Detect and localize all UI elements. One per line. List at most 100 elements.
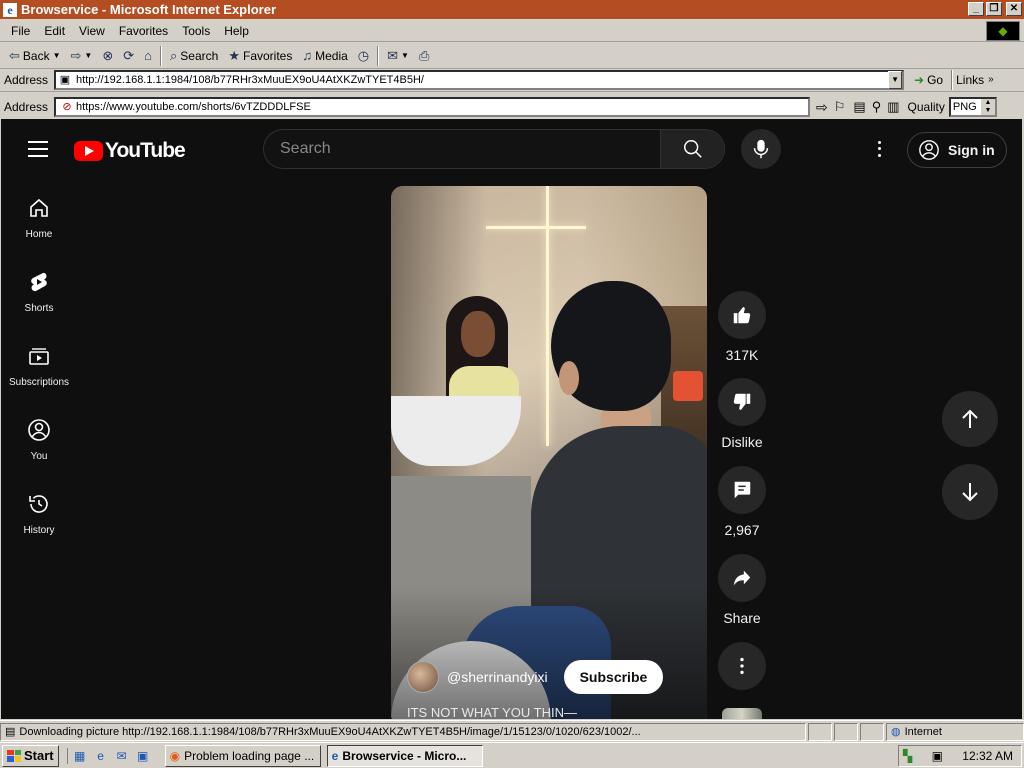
quick-launch: ▦ e ✉ ▣	[66, 747, 151, 764]
channel-handle[interactable]: @sherrinandyixi	[447, 669, 548, 685]
ie-address-input[interactable]	[54, 69, 905, 90]
refresh-button[interactable]: ⟳	[118, 48, 139, 64]
go-button[interactable]: ➜ Go	[914, 73, 943, 87]
links-button[interactable]: Links	[956, 73, 984, 87]
menu-view[interactable]: View	[72, 24, 112, 38]
sidebar-label-you: You	[30, 451, 48, 462]
ie-quicklaunch-icon[interactable]: e	[93, 748, 109, 764]
sidebar-label-subscriptions: Subscriptions	[8, 377, 70, 388]
menu-favorites[interactable]: Favorites	[112, 24, 175, 38]
go-arrow-icon: ➜	[914, 72, 925, 87]
print-button[interactable]: ⎙	[414, 48, 434, 64]
network-tray-icon[interactable]: ▚	[903, 749, 912, 763]
like-action: 317K	[717, 291, 767, 363]
sidebar-item-you[interactable]: You	[1, 401, 77, 475]
more-options-button[interactable]	[718, 642, 766, 690]
close-button[interactable]: ✕	[1006, 2, 1022, 16]
quality-select[interactable]: PNG ▲ ▼	[948, 97, 997, 117]
menu-file[interactable]: File	[4, 24, 37, 38]
start-button[interactable]: Start	[2, 744, 59, 767]
subscribe-button[interactable]: Subscribe	[563, 660, 664, 694]
insecure-page-icon: ⊘	[62, 101, 72, 113]
forward-button[interactable]: ⇨ ▼	[66, 48, 98, 64]
quality-label: Quality	[907, 100, 945, 114]
favorites-button[interactable]: ★ Favorites	[223, 48, 297, 64]
video-ceiling-light	[486, 226, 586, 229]
menu-bar: File Edit View Favorites Tools Help ◆	[0, 20, 1024, 42]
bookmark-icon[interactable]: ⚐	[834, 99, 846, 115]
stop-button[interactable]: ⊗	[97, 48, 118, 64]
restore-button[interactable]: ❐	[986, 2, 1002, 16]
zone-label: Internet	[904, 725, 942, 738]
next-short-button[interactable]	[942, 464, 998, 520]
title-bar[interactable]: e Browservice - Microsoft Internet Explo…	[0, 0, 1024, 19]
back-button[interactable]: ⇦ Back ▼	[4, 48, 66, 64]
video-caption[interactable]: ITS NOT WHAT YOU THIN—	[407, 705, 577, 719]
media-button[interactable]: ♫ Media	[297, 48, 352, 63]
ie-window: e Browservice - Microsoft Internet Explo…	[0, 0, 1024, 768]
address-dropdown-icon[interactable]: ▼	[888, 70, 903, 89]
search-button[interactable]: ⌕ Search	[165, 48, 223, 64]
clock[interactable]: 12:32 AM	[962, 749, 1013, 763]
menu-edit[interactable]: Edit	[37, 24, 72, 38]
previous-short-button[interactable]	[942, 391, 998, 447]
status-bar: ▤ Downloading picture http://192.168.1.1…	[0, 720, 1024, 742]
sound-thumbnail[interactable]	[722, 708, 762, 719]
comments-button[interactable]	[718, 466, 766, 514]
back-dropdown-icon[interactable]: ▼	[53, 51, 61, 60]
standard-toolbar: ⇦ Back ▼ ⇨ ▼ ⊗ ⟳ ⌂ ⌕ Search ★ Favorites …	[0, 43, 1024, 69]
menu-help[interactable]: Help	[217, 24, 256, 38]
links-chevron-icon[interactable]: »	[988, 74, 994, 85]
comments-action: 2,967	[717, 466, 767, 538]
microphone-icon	[753, 139, 769, 159]
taskbar-item-browservice[interactable]: e Browservice - Micro...	[326, 744, 483, 767]
mail-button[interactable]: ✉ ▼	[382, 48, 414, 64]
bookmarks-list-icon[interactable]: ▤	[853, 99, 865, 115]
search-input[interactable]	[264, 130, 660, 168]
history-toolbar-button[interactable]: ◷	[353, 48, 374, 64]
like-button[interactable]	[718, 291, 766, 339]
forward-dropdown-icon[interactable]: ▼	[84, 51, 92, 60]
sidebar-item-history[interactable]: History	[1, 475, 77, 549]
go-forward-icon[interactable]: ⇨	[816, 99, 828, 116]
account-circle-icon	[919, 140, 939, 160]
volume-tray-icon[interactable]: ▣	[932, 749, 943, 763]
mail-dropdown-icon[interactable]: ▼	[401, 51, 409, 60]
find-icon[interactable]: ⚲	[872, 99, 882, 115]
youtube-logo[interactable]: YouTube	[74, 139, 186, 163]
bs-address-label: Address	[4, 100, 49, 114]
search-submit-button[interactable]	[660, 130, 724, 168]
status-text-pane: ▤ Downloading picture http://192.168.1.1…	[0, 722, 806, 741]
explorer-quicklaunch-icon[interactable]: ▣	[135, 748, 151, 764]
shorts-icon	[31, 272, 47, 292]
sign-in-button[interactable]: Sign in	[907, 132, 1007, 168]
share-button[interactable]	[718, 554, 766, 602]
more-vertical-icon	[740, 657, 744, 675]
dislike-action: Dislike	[717, 378, 767, 450]
sidebar-item-shorts[interactable]: Shorts	[1, 253, 77, 327]
forward-arrow-icon: ⇨	[70, 47, 82, 63]
channel-row: @sherrinandyixi Subscribe	[407, 660, 664, 694]
home-button[interactable]: ⌂	[139, 48, 157, 63]
outlook-quicklaunch-icon[interactable]: ✉	[114, 748, 130, 764]
sidebar-item-home[interactable]: Home	[1, 179, 77, 253]
channel-avatar[interactable]	[407, 661, 439, 693]
settings-kebab-icon[interactable]	[869, 139, 889, 159]
minimize-button[interactable]: _	[968, 2, 984, 16]
start-label: Start	[24, 748, 54, 763]
status-pane-3	[860, 722, 884, 741]
sidebar-item-subscriptions[interactable]: Subscriptions	[1, 327, 77, 401]
clipboard-icon[interactable]: ▥	[887, 99, 899, 115]
share-label: Share	[723, 610, 761, 626]
voice-search-button[interactable]	[741, 129, 781, 169]
menu-hamburger-icon[interactable]	[28, 141, 48, 157]
internet-zone-icon: ◍	[891, 726, 901, 738]
taskbar-item-problem-loading[interactable]: ◉ Problem loading page ...	[164, 744, 321, 767]
share-action: Share	[717, 554, 767, 626]
dislike-button[interactable]	[718, 378, 766, 426]
quality-spinner-icon[interactable]: ▲ ▼	[980, 99, 995, 115]
show-desktop-icon[interactable]: ▦	[72, 748, 88, 764]
menu-tools[interactable]: Tools	[175, 24, 217, 38]
short-video-player[interactable]: @sherrinandyixi Subscribe ITS NOT WHAT Y…	[391, 186, 707, 719]
bs-address-input[interactable]	[54, 97, 811, 117]
